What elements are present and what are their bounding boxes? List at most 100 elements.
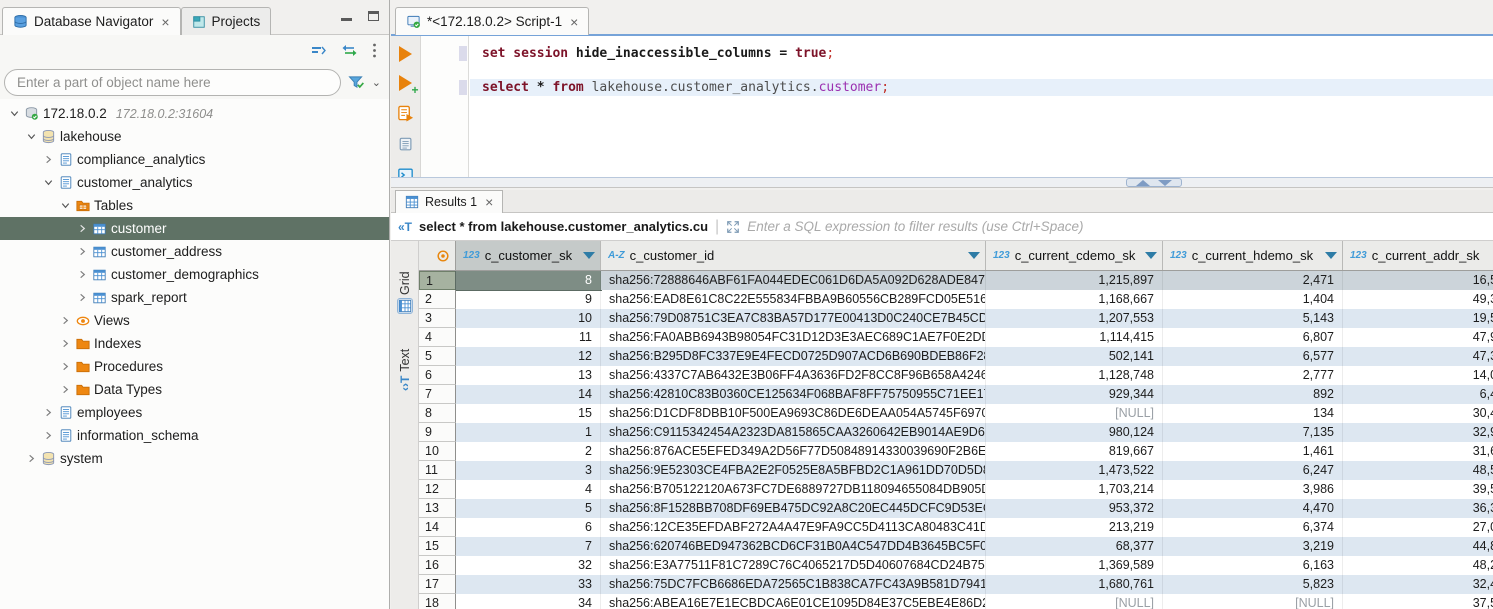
tree-item-customer-demographics[interactable]: customer_demographics	[0, 263, 389, 286]
grid-cell[interactable]: 1,215,897	[986, 271, 1163, 290]
row-number-cell[interactable]: 15	[419, 537, 456, 556]
execute-script-icon[interactable]	[397, 104, 415, 122]
grid-cell[interactable]: sha256:42810C83B0360CE125634F068BAF8FF75…	[601, 385, 986, 404]
grid-cell[interactable]: sha256:12CE35EFDABF272A4A47E9FA9CC5D4113…	[601, 518, 986, 537]
row-number-cell[interactable]: 12	[419, 480, 456, 499]
tab-results-1[interactable]: Results 1 ×	[395, 190, 503, 213]
result-query-text[interactable]: select * from lakehouse.customer_analyti…	[419, 219, 708, 234]
grid-cell[interactable]: [NULL]	[1163, 594, 1343, 609]
maximize-editor-icon[interactable]	[1136, 180, 1150, 186]
grid-cell[interactable]: 1,114,415	[986, 328, 1163, 347]
sort-dropdown-icon[interactable]	[1325, 252, 1337, 259]
grid-cell[interactable]: 213,219	[986, 518, 1163, 537]
grid-cell[interactable]: sha256:72888646ABF61FA044EDEC061D6DA5A09…	[601, 271, 986, 290]
close-icon[interactable]: ×	[485, 195, 493, 209]
view-menu-icon[interactable]	[372, 43, 377, 58]
grid-cell[interactable]: sha256:C9115342454A2323DA815865CAA326064…	[601, 423, 986, 442]
row-number-cell[interactable]: 6	[419, 366, 456, 385]
grid-cell[interactable]: sha256:ABEA16E7E1ECBDCA6E01CE1095D84E37C…	[601, 594, 986, 609]
chevron-right-icon[interactable]	[57, 384, 73, 395]
row-number-cell[interactable]: 4	[419, 328, 456, 347]
grid-cell[interactable]: 5	[456, 499, 601, 518]
grid-cell[interactable]: 34	[456, 594, 601, 609]
grid-cell[interactable]: 1,168,667	[986, 290, 1163, 309]
chevron-down-icon[interactable]: ⌄	[372, 76, 381, 89]
chevron-right-icon[interactable]	[74, 269, 90, 280]
grid-cell[interactable]: 6,577	[1163, 347, 1343, 366]
execute-new-tab-icon[interactable]: +	[397, 75, 415, 91]
row-number-cell[interactable]: 7	[419, 385, 456, 404]
tree-item-customer-analytics[interactable]: customer_analytics	[0, 171, 389, 194]
grid-cell[interactable]: sha256:8F1528BB708DF69EB475DC92A8C20EC44…	[601, 499, 986, 518]
close-icon[interactable]: ×	[161, 15, 169, 29]
grid-cell[interactable]: sha256:EAD8E61C8C22E555834FBBA9B60556CB2…	[601, 290, 986, 309]
grid-cell[interactable]: 6,374	[1163, 518, 1343, 537]
grid-cell[interactable]: 929,344	[986, 385, 1163, 404]
grid-cell[interactable]: 32	[456, 556, 601, 575]
grid-cell[interactable]: 3,986	[1163, 480, 1343, 499]
grid-cell[interactable]: 39,55	[1343, 480, 1493, 499]
chevron-right-icon[interactable]	[57, 361, 73, 372]
grid-cell[interactable]: 1,703,214	[986, 480, 1163, 499]
grid-cell[interactable]: 1,128,748	[986, 366, 1163, 385]
row-number-cell[interactable]: 16	[419, 556, 456, 575]
tree-item-customer[interactable]: customer	[0, 217, 389, 240]
grid-cell[interactable]: 3	[456, 461, 601, 480]
collapse-all-icon[interactable]	[311, 44, 327, 57]
sort-dropdown-icon[interactable]	[968, 252, 980, 259]
grid-cell[interactable]: 1,404	[1163, 290, 1343, 309]
chevron-right-icon[interactable]	[23, 453, 39, 464]
tree-item-tables[interactable]: Tables	[0, 194, 389, 217]
tree-item-information-schema[interactable]: information_schema	[0, 424, 389, 447]
grid-cell[interactable]: 5,823	[1163, 575, 1343, 594]
row-number-cell[interactable]: 3	[419, 309, 456, 328]
tree-item-views[interactable]: Views	[0, 309, 389, 332]
chevron-down-icon[interactable]	[23, 131, 39, 142]
grid-cell[interactable]: 30,46	[1343, 404, 1493, 423]
grid-cell[interactable]: 7	[456, 537, 601, 556]
grid-cell[interactable]: 14,00	[1343, 366, 1493, 385]
execute-statement-icon[interactable]	[397, 46, 415, 62]
expand-filter-icon[interactable]	[726, 220, 740, 234]
sort-dropdown-icon[interactable]	[583, 252, 595, 259]
grid-cell[interactable]: sha256:79D08751C3EA7C83BA57D177E00413D0C…	[601, 309, 986, 328]
row-number-cell[interactable]: 17	[419, 575, 456, 594]
grid-cell[interactable]: 68,377	[986, 537, 1163, 556]
grid-cell[interactable]: 4	[456, 480, 601, 499]
grid-cell[interactable]: 1,680,761	[986, 575, 1163, 594]
column-header-c-customer-id[interactable]: A-Zc_customer_id	[601, 241, 986, 270]
grid-cell[interactable]: 19,58	[1343, 309, 1493, 328]
grid-corner-cell[interactable]	[419, 241, 456, 270]
object-filter-input[interactable]	[4, 69, 341, 96]
tree-item-data-types[interactable]: Data Types	[0, 378, 389, 401]
grid-cell[interactable]: 1,369,589	[986, 556, 1163, 575]
column-header-c-current-addr-sk[interactable]: 123c_current_addr_sk	[1343, 241, 1493, 270]
grid-cell[interactable]: 49,38	[1343, 290, 1493, 309]
row-number-cell[interactable]: 13	[419, 499, 456, 518]
grid-cell[interactable]: 1,207,553	[986, 309, 1163, 328]
grid-cell[interactable]: 2,471	[1163, 271, 1343, 290]
filter-funnel-icon[interactable]	[348, 75, 365, 90]
tab-projects[interactable]: Projects	[181, 7, 272, 35]
row-number-cell[interactable]: 11	[419, 461, 456, 480]
grid-cell[interactable]: 1,473,522	[986, 461, 1163, 480]
grid-cell[interactable]: 13	[456, 366, 601, 385]
column-header-c-current-cdemo-sk[interactable]: 123c_current_cdemo_sk	[986, 241, 1163, 270]
grid-cell[interactable]: 27,08	[1343, 518, 1493, 537]
grid-cell[interactable]: 31,65	[1343, 442, 1493, 461]
grid-cell[interactable]: sha256:876ACE5EFED349A2D56F77D5084891433…	[601, 442, 986, 461]
chevron-down-icon[interactable]	[40, 177, 56, 188]
grid-cell[interactable]: 1,461	[1163, 442, 1343, 461]
tab-text-view[interactable]: ‹›T Text	[392, 323, 418, 395]
grid-cell[interactable]: 4,470	[1163, 499, 1343, 518]
grid-cell[interactable]: 892	[1163, 385, 1343, 404]
tab-database-navigator[interactable]: Database Navigator ×	[2, 7, 181, 35]
chevron-right-icon[interactable]	[74, 246, 90, 257]
grid-cell[interactable]: 6	[456, 518, 601, 537]
grid-cell[interactable]: sha256:D1CDF8DBB10F500EA9693C86DE6DEAA05…	[601, 404, 986, 423]
grid-cell[interactable]: sha256:75DC7FCB6686EDA72565C1B838CA7FC43…	[601, 575, 986, 594]
grid-cell[interactable]: 6,163	[1163, 556, 1343, 575]
row-number-cell[interactable]: 8	[419, 404, 456, 423]
chevron-right-icon[interactable]	[57, 315, 73, 326]
tab-grid-view[interactable]: Grid	[392, 245, 418, 317]
